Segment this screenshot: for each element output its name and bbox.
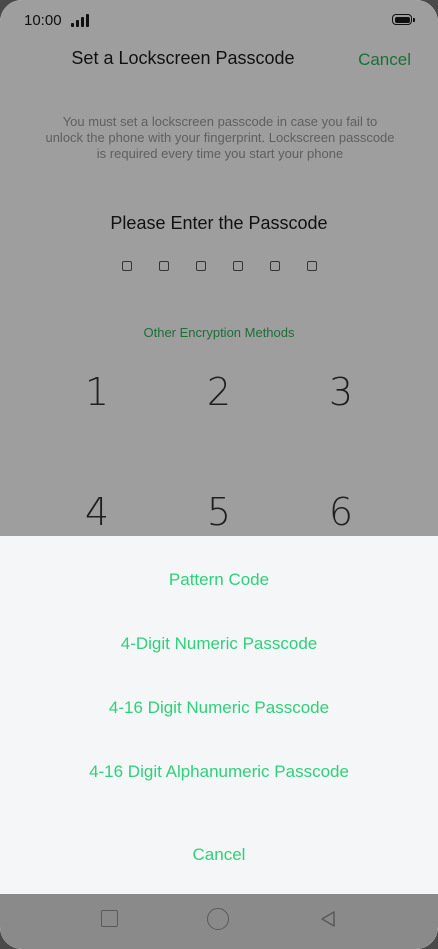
- encryption-method-sheet: Pattern Code 4-Digit Numeric Passcode 4-…: [0, 536, 438, 894]
- back-icon[interactable]: [318, 909, 338, 929]
- option-pattern-code[interactable]: Pattern Code: [0, 570, 438, 590]
- option-4-16-digit-alphanumeric[interactable]: 4-16 Digit Alphanumeric Passcode: [0, 762, 438, 782]
- phone-frame: 10:00 Set a Lockscreen Passcode Cancel Y…: [0, 0, 438, 949]
- lockscreen-passcode-screen: 10:00 Set a Lockscreen Passcode Cancel Y…: [0, 0, 438, 949]
- home-icon[interactable]: [207, 908, 229, 930]
- dim-overlay[interactable]: [0, 0, 438, 536]
- navigation-bar: [0, 894, 438, 949]
- recents-icon[interactable]: [101, 910, 118, 927]
- option-4-16-digit-numeric[interactable]: 4-16 Digit Numeric Passcode: [0, 698, 438, 718]
- option-4-digit-numeric[interactable]: 4-Digit Numeric Passcode: [0, 634, 438, 654]
- sheet-cancel-button[interactable]: Cancel: [0, 845, 438, 865]
